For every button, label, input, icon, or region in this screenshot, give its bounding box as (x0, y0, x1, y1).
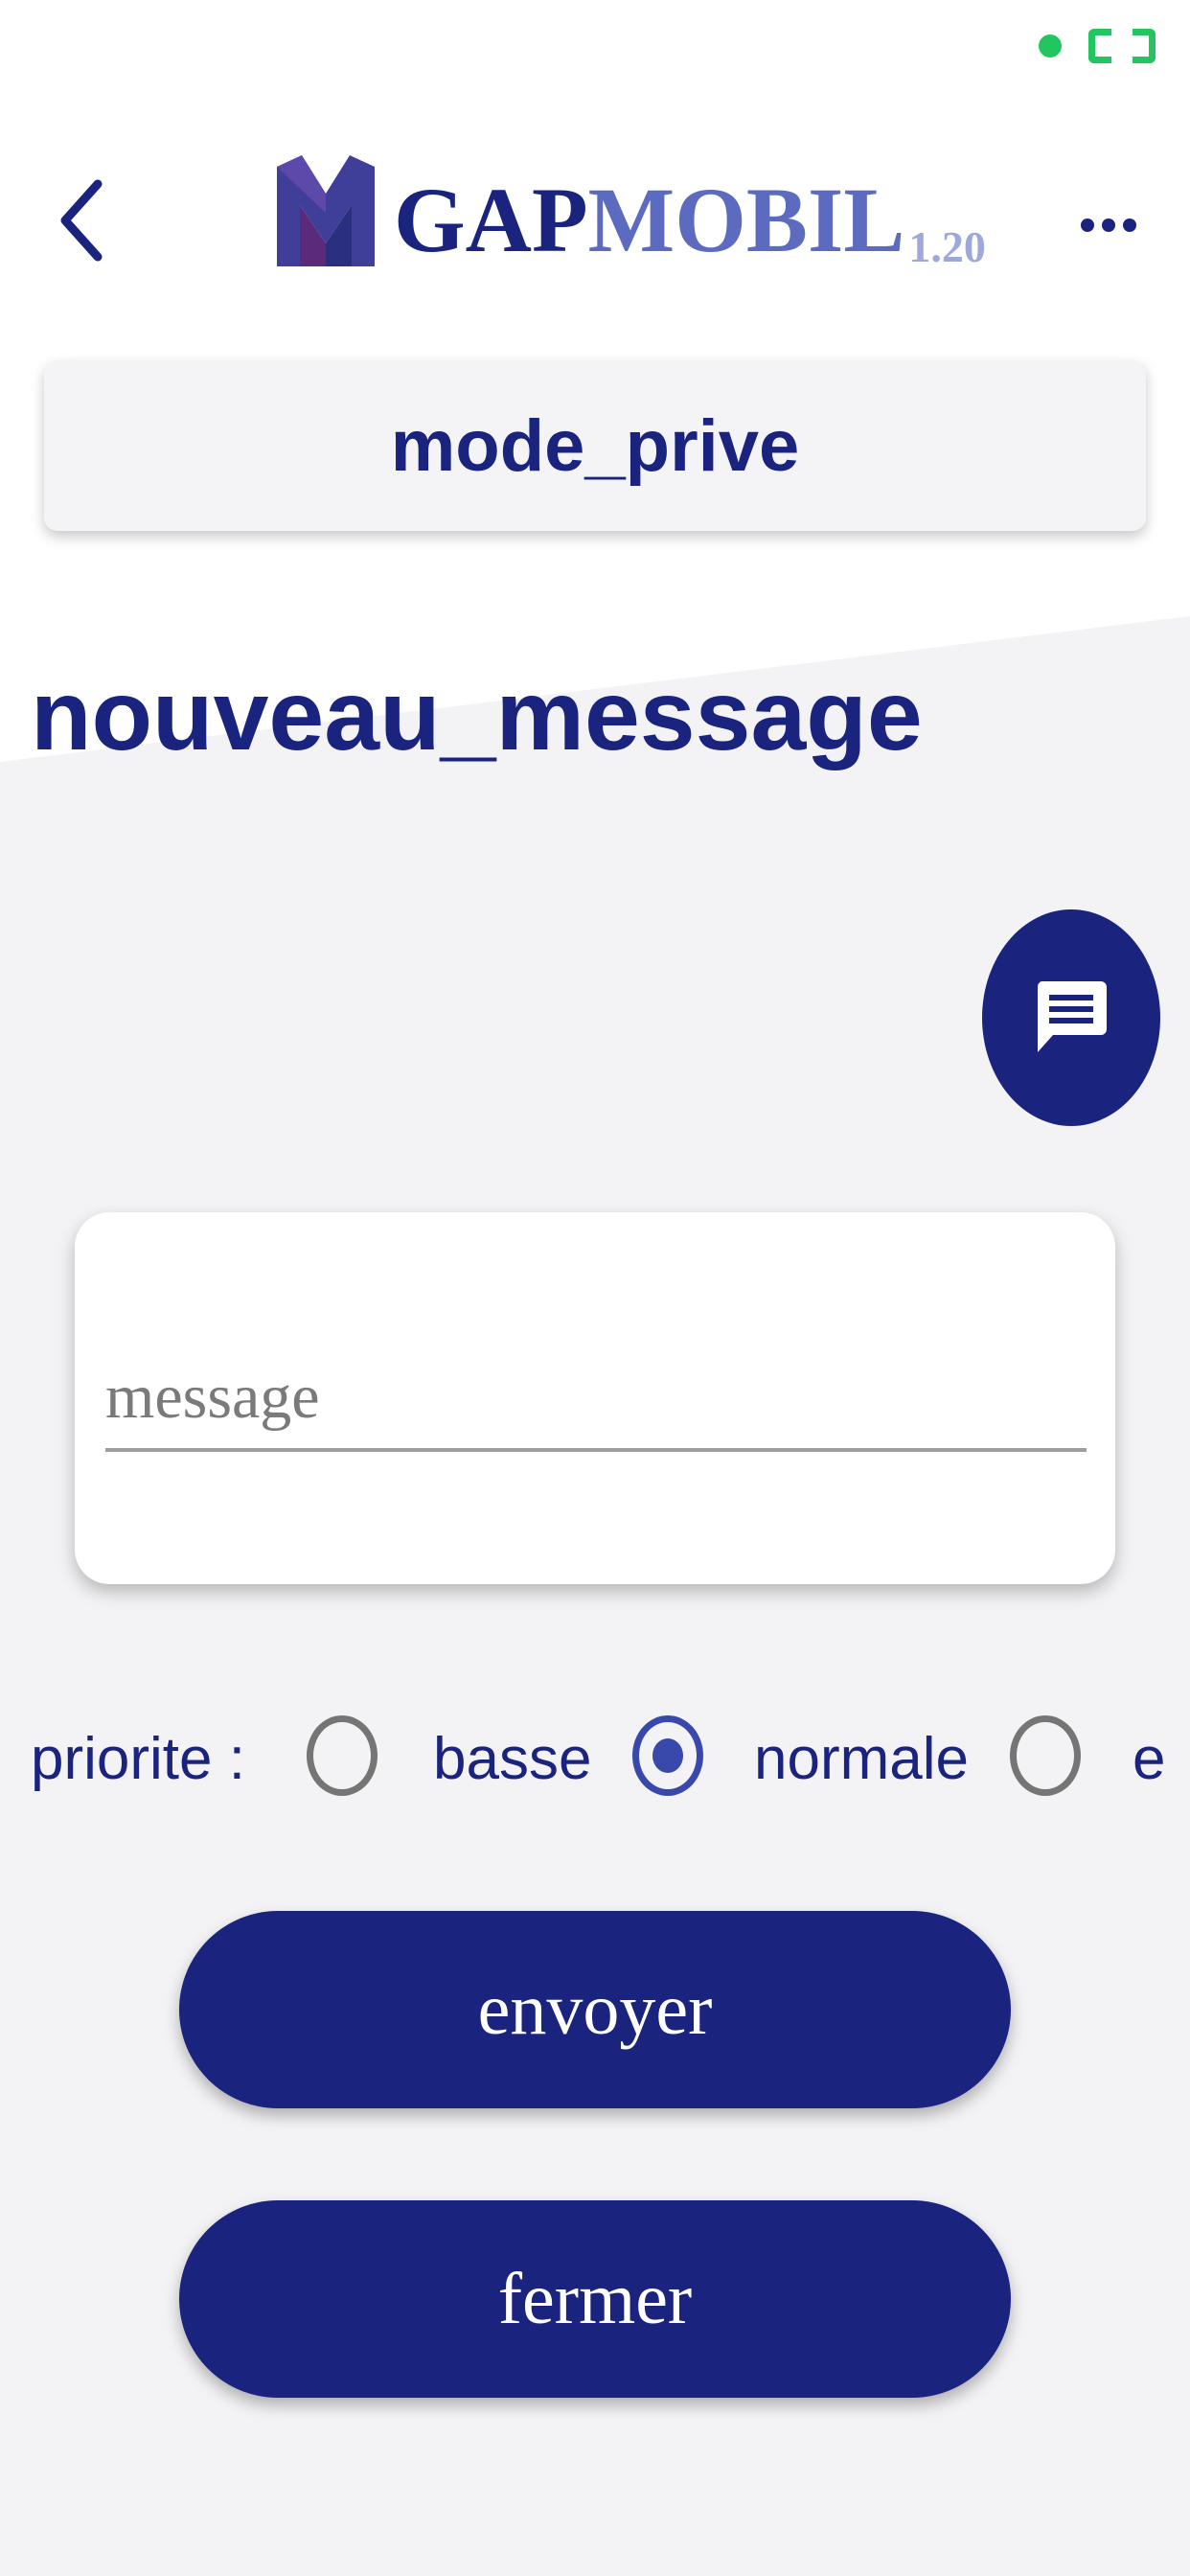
logo-text-gap: GAP (394, 169, 588, 271)
priority-label: priorite : (31, 1726, 245, 1792)
mode-card: mode_prive (44, 360, 1146, 531)
status-bar (1039, 29, 1156, 63)
logo-text-mobil: MOBIL (587, 169, 905, 271)
priority-radio-e[interactable] (1010, 1715, 1081, 1796)
back-button[interactable] (48, 172, 125, 268)
chevron-left-icon (60, 179, 103, 262)
more-options-button[interactable] (1065, 201, 1152, 249)
close-button[interactable]: fermer (179, 2200, 1011, 2398)
page-title: nouveau_message (31, 660, 923, 771)
priority-radio-basse[interactable] (307, 1715, 378, 1796)
app-header: GAPMOBIL 1.20 (0, 144, 1190, 288)
priority-group: priorite : basse normale e (31, 1715, 1190, 1802)
more-horizontal-icon (1081, 218, 1094, 232)
priority-option-normale-label[interactable]: normale (754, 1725, 969, 1793)
app-version: 1.20 (908, 222, 986, 271)
logo-m-icon (277, 155, 375, 266)
message-card (75, 1212, 1115, 1584)
send-button[interactable]: envoyer (179, 1911, 1011, 2108)
chat-message-icon (1037, 981, 1107, 1052)
app-logo: GAPMOBIL 1.20 (273, 155, 986, 271)
priority-option-basse-label[interactable]: basse (433, 1725, 591, 1793)
message-input[interactable] (105, 1346, 1087, 1452)
status-dot-icon (1039, 34, 1062, 58)
chat-fab-button[interactable] (982, 909, 1160, 1126)
screen-record-icon (1088, 29, 1156, 63)
priority-radio-normale[interactable] (632, 1715, 703, 1796)
priority-option-e-label[interactable]: e (1133, 1725, 1165, 1793)
screen: GAPMOBIL 1.20 mode_prive nouveau_message… (0, 0, 1190, 2576)
